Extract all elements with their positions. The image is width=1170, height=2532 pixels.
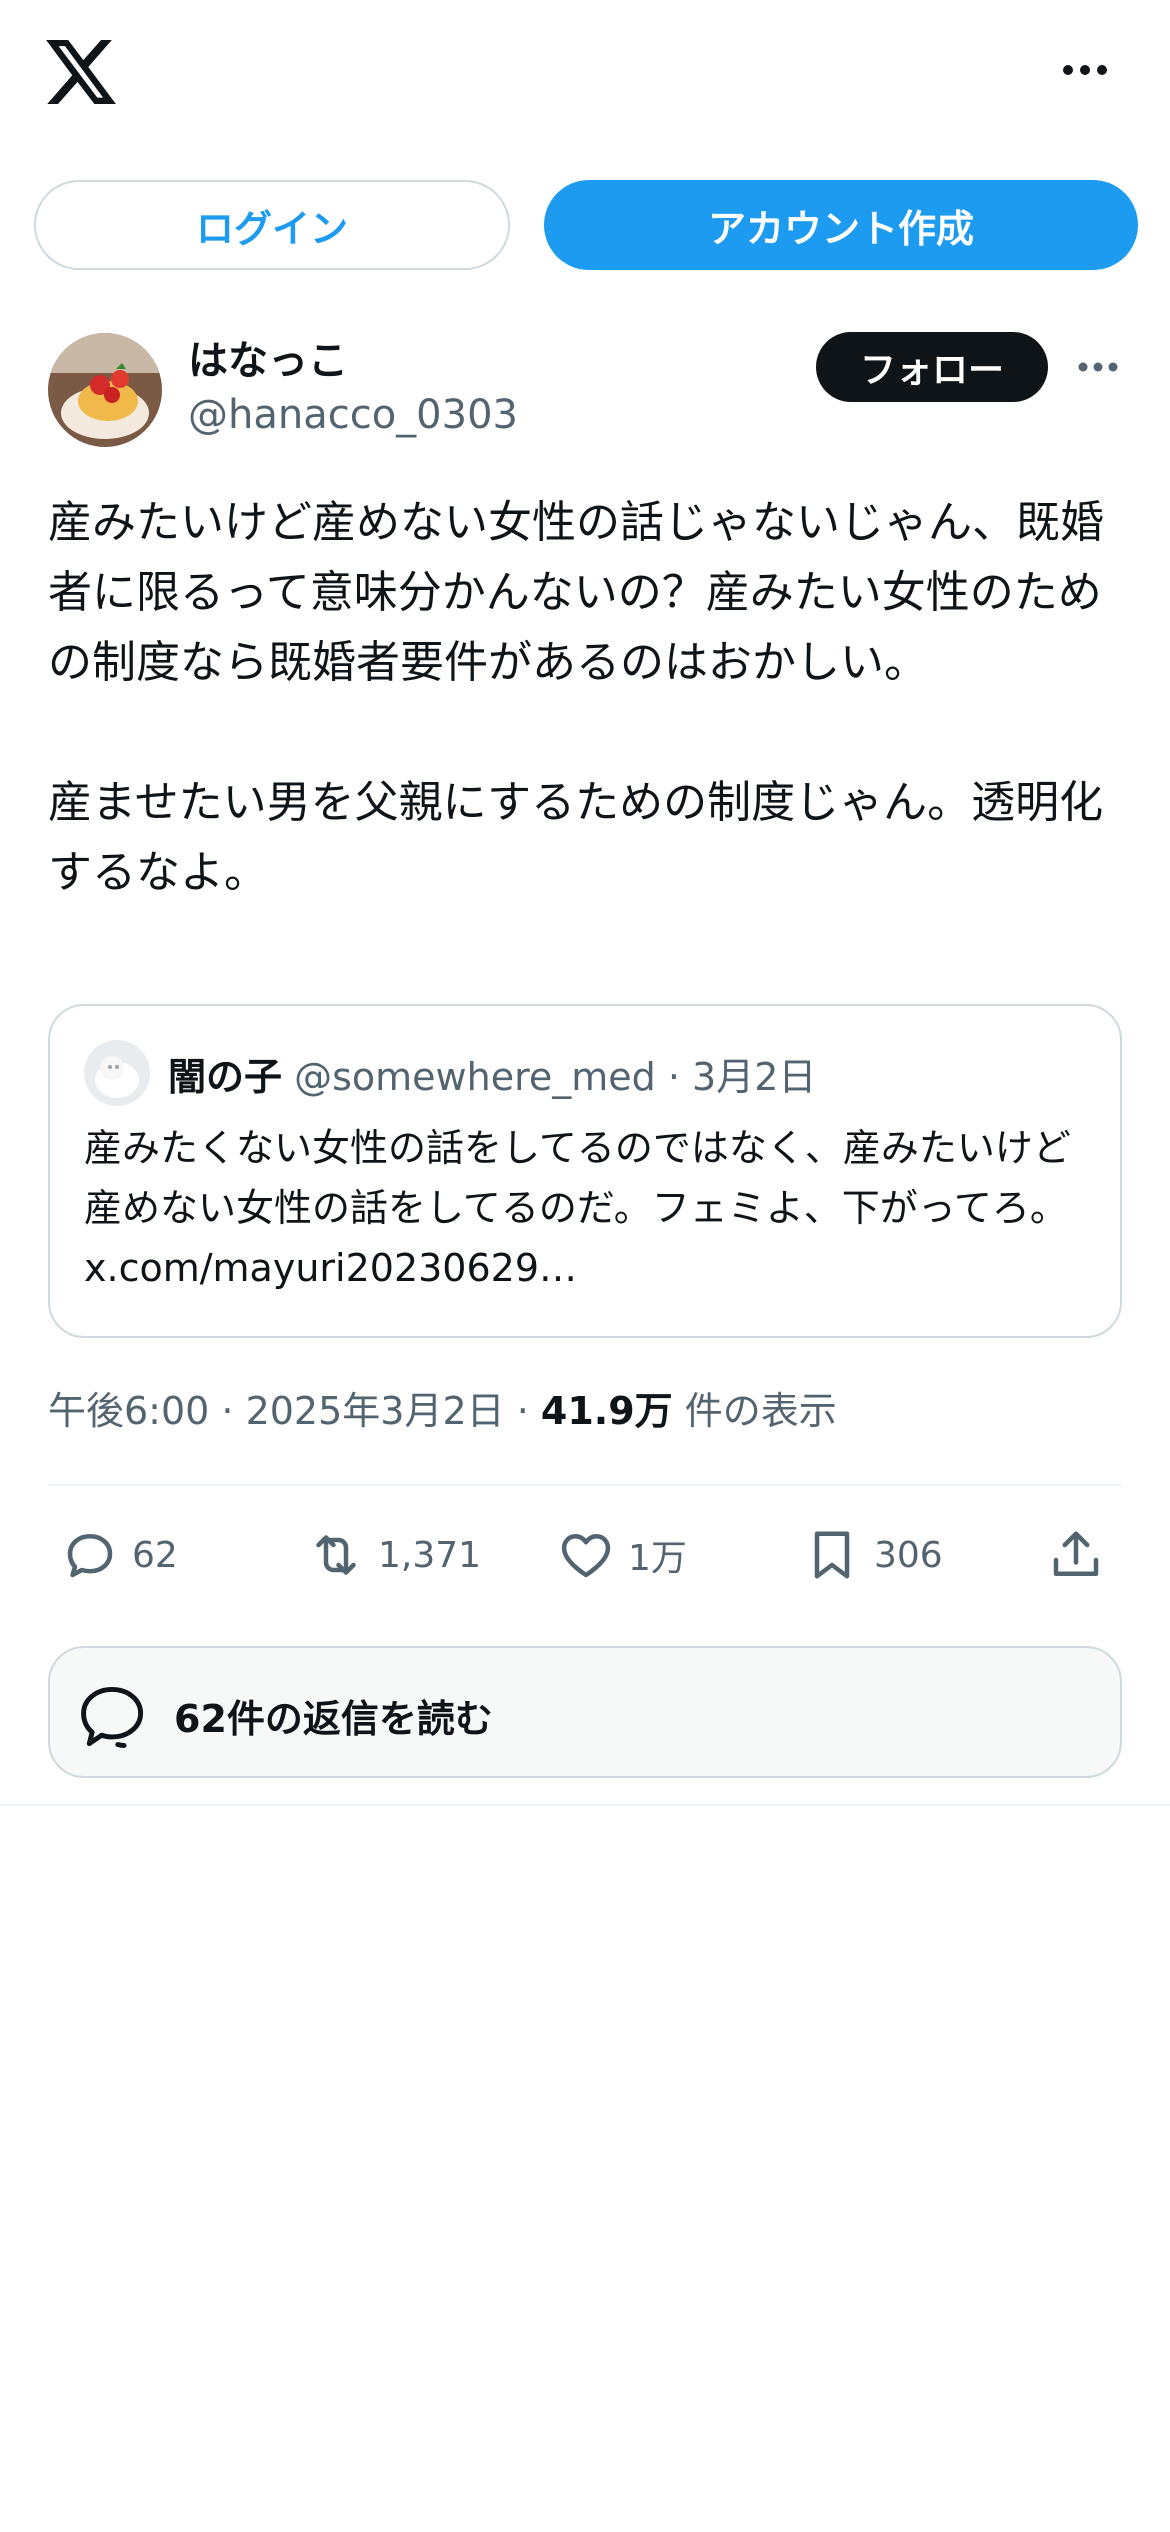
quoted-handle-date: @somewhere_med · 3月2日 bbox=[294, 1055, 817, 1099]
read-replies-label: 62件の返信を読む bbox=[174, 1697, 493, 1741]
author-name[interactable]: はなっこ bbox=[188, 328, 348, 386]
quoted-tweet[interactable]: 闇の子 @somewhere_med · 3月2日 産みたくない女性の話をしてる… bbox=[48, 1004, 1122, 1338]
bookmark-icon bbox=[814, 1531, 850, 1579]
read-replies-button[interactable]: 62件の返信を読む bbox=[48, 1646, 1122, 1778]
quoted-author-avatar bbox=[84, 1040, 150, 1106]
reply-icon bbox=[67, 1534, 113, 1578]
login-button[interactable]: ログイン bbox=[34, 180, 510, 270]
create-account-button[interactable]: アカウント作成 bbox=[544, 180, 1138, 270]
reply-button[interactable]: 62 bbox=[60, 1524, 178, 1586]
view-label: 件の表示 bbox=[672, 1389, 837, 1433]
tweet-text: 産みたいけど産めない女性の話じゃないじゃん、既婚者に限るって意味分かんないの？産… bbox=[48, 497, 1104, 898]
share-icon bbox=[1053, 1531, 1099, 1576]
quoted-text: 産みたくない女性の話をしてるのではなく、産みたいけど産めない女性の話をしてるのだ… bbox=[84, 1126, 1080, 1290]
avatar-image bbox=[48, 333, 162, 447]
top-bar bbox=[0, 0, 1170, 150]
divider bbox=[48, 1484, 1122, 1486]
quoted-author-name: 闇の子 bbox=[168, 1055, 283, 1099]
tweet-timestamp[interactable]: 午後6:00 · 2025年3月2日 · bbox=[48, 1389, 541, 1433]
section-divider bbox=[0, 1804, 1170, 1806]
retweet-icon bbox=[316, 1535, 356, 1575]
heart-icon bbox=[561, 1534, 611, 1578]
more-horizontal-icon[interactable] bbox=[1060, 60, 1110, 80]
view-count: 41.9万 bbox=[540, 1389, 673, 1433]
like-button[interactable]: 1万 bbox=[556, 1524, 687, 1586]
quoted-header: 闇の子 @somewhere_med · 3月2日 bbox=[168, 1046, 816, 1101]
follow-button[interactable]: フォロー bbox=[816, 332, 1048, 402]
share-button[interactable] bbox=[1046, 1524, 1106, 1586]
retweet-button[interactable]: 1,371 bbox=[306, 1524, 481, 1586]
author-handle[interactable]: @hanacco_0303 bbox=[188, 392, 518, 438]
reply-count: 62 bbox=[132, 1534, 178, 1576]
more-options-icon[interactable] bbox=[1076, 358, 1120, 376]
quoted-avatar-image bbox=[84, 1040, 150, 1106]
page: ログイン アカウント作成 はなっこ @hanacco_0303 フォロー 産みた… bbox=[0, 0, 1170, 2532]
bookmark-count: 306 bbox=[874, 1534, 943, 1576]
tweet-meta: 午後6:00 · 2025年3月2日 · 41.9万 件の表示 bbox=[48, 1380, 837, 1435]
retweet-count: 1,371 bbox=[378, 1534, 482, 1576]
author-avatar[interactable] bbox=[48, 333, 162, 447]
replies-bubble-icon bbox=[81, 1686, 144, 1748]
bookmark-button[interactable]: 306 bbox=[802, 1524, 943, 1586]
x-logo-icon[interactable] bbox=[46, 40, 116, 104]
like-count: 1万 bbox=[628, 1538, 687, 1579]
